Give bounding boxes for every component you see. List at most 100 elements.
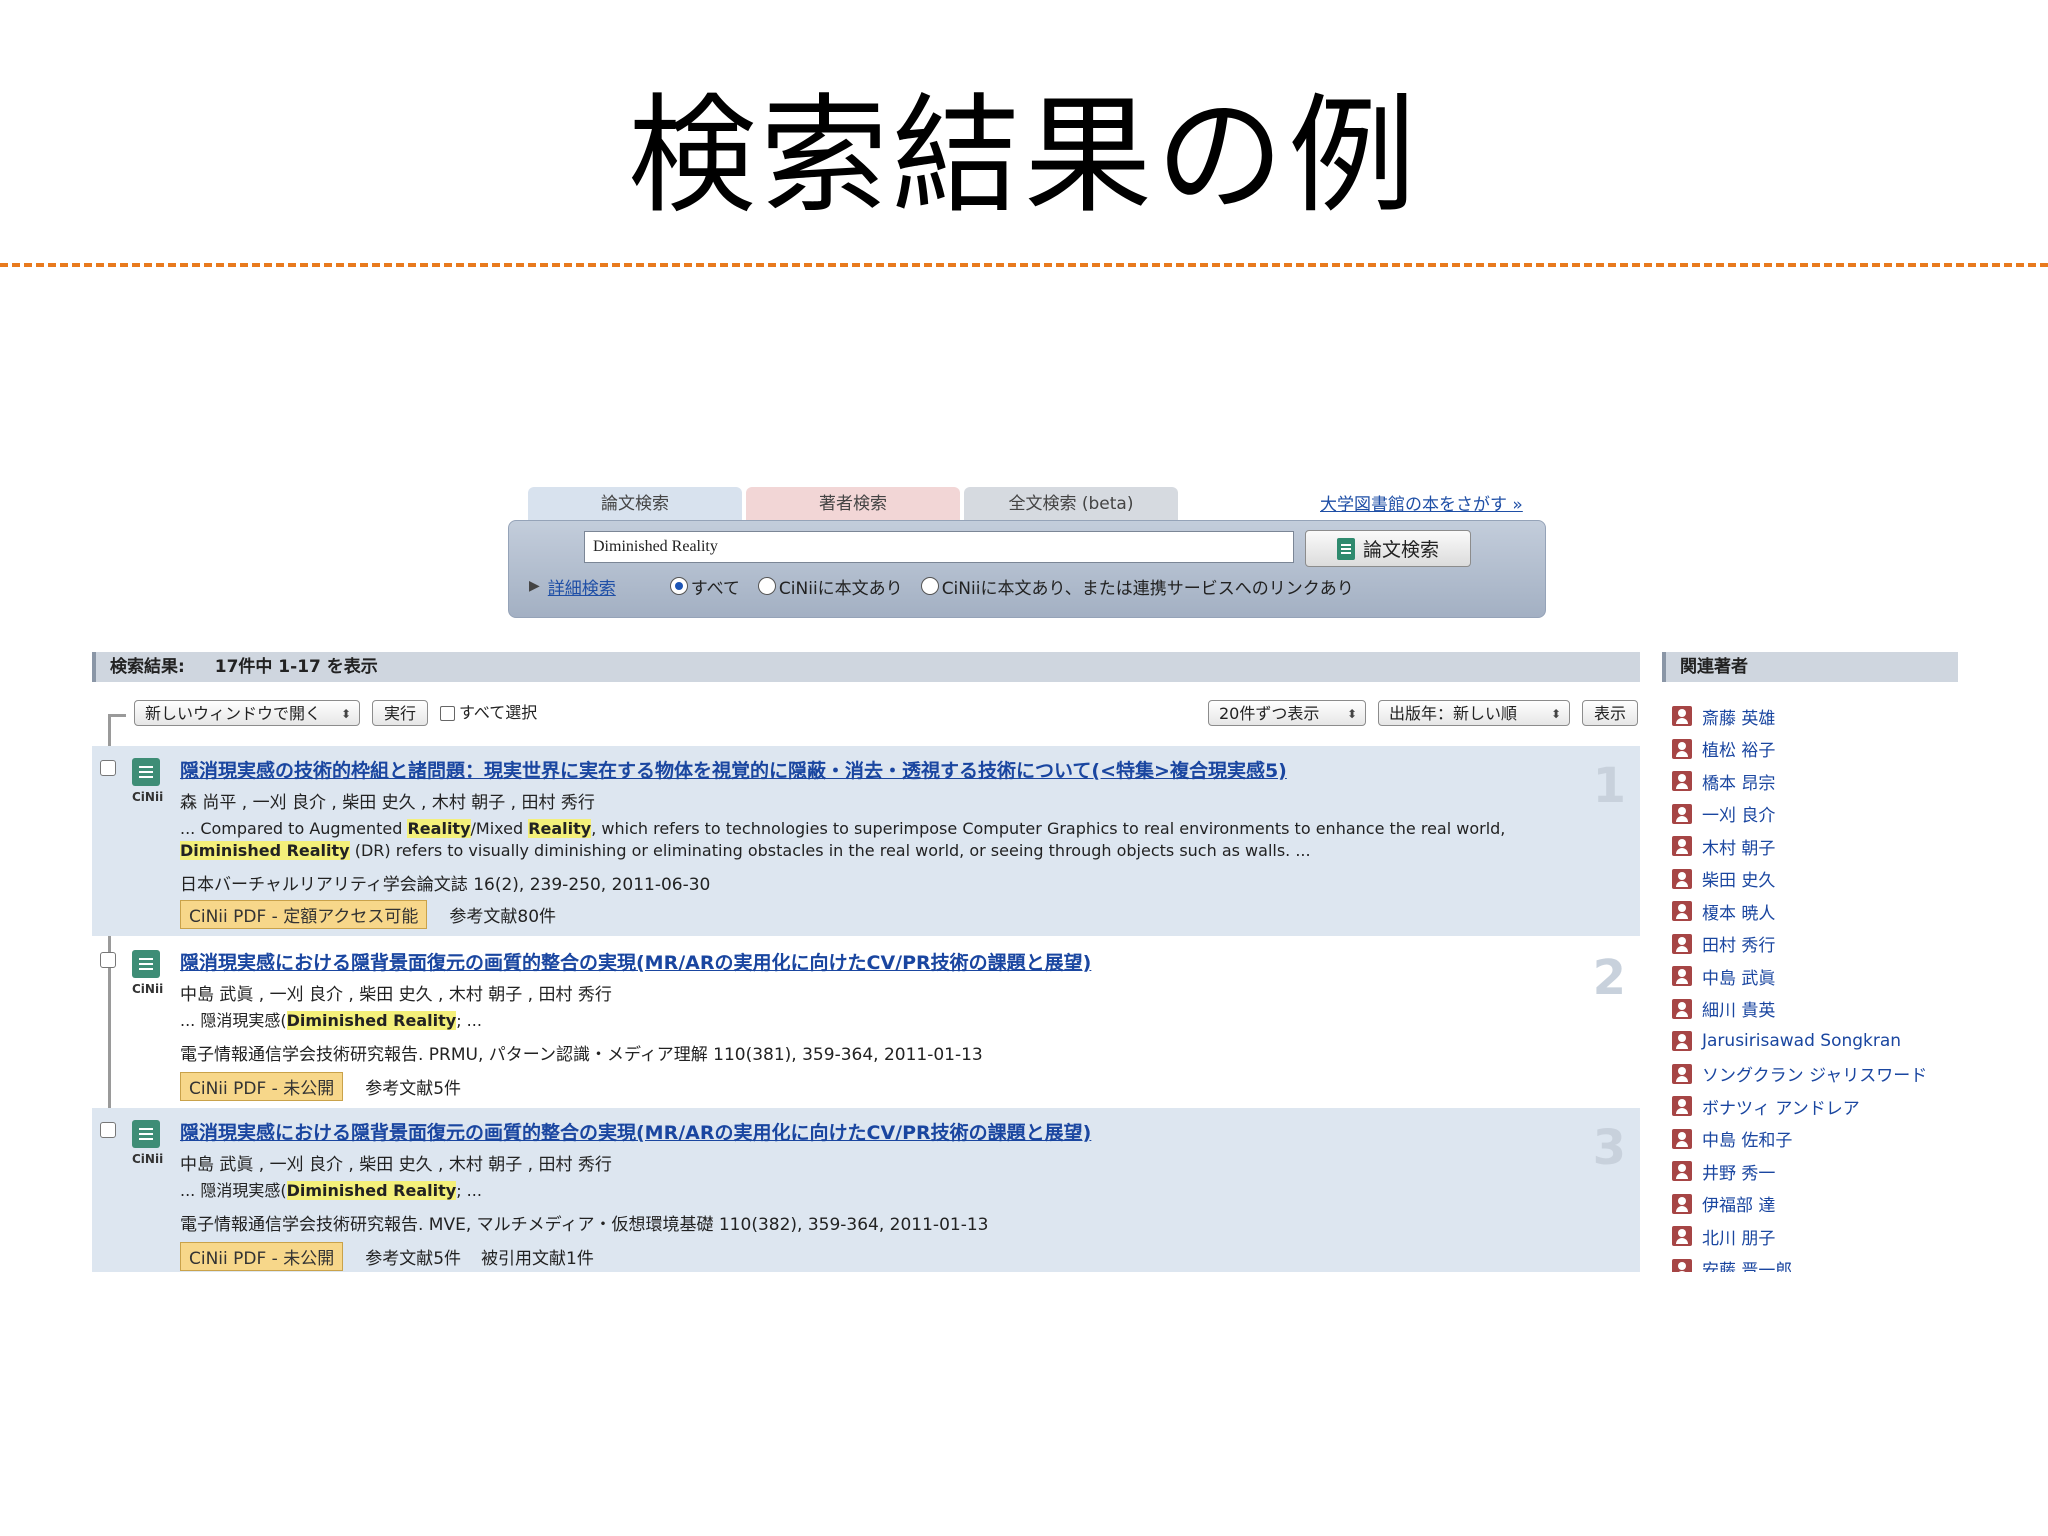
snippet-text: ... 隠消現実感( [180,1011,287,1030]
related-author-item[interactable]: 植松 裕子 [1672,733,1927,766]
checkbox[interactable] [440,706,455,721]
open-window-select-value: 新しいウィンドウで開く [145,704,322,723]
snippet-text: ... Compared to Augmented [180,819,408,838]
result-checkbox[interactable] [100,760,116,776]
related-author-name[interactable]: 植松 裕子 [1702,736,1775,761]
reference-count[interactable]: 参考文献5件 [365,1079,461,1099]
related-author-item[interactable]: 井野 秀一 [1672,1155,1927,1188]
document-icon [1336,537,1355,560]
person-icon [1672,933,1692,954]
result-title-link[interactable]: 隠消現実感における隠背景面復元の画質的整合の実現(MR/ARの実用化に向けたCV… [180,948,1091,975]
sort-select-value: 出版年：新しい順 [1389,704,1518,723]
result-item: CiNii 隠消現実感における隠背景面復元の画質的整合の実現(MR/ARの実用化… [92,1108,1640,1272]
pdf-badge[interactable]: CiNii PDF - 未公開 [180,1242,344,1271]
related-author-item[interactable]: 田村 秀行 [1672,928,1927,961]
related-author-item[interactable]: 一刈 良介 [1672,798,1927,831]
result-source: 電子情報通信学会技術研究報告. MVE, マルチメディア・仮想環境基礎 110(… [180,1215,989,1235]
related-author-name[interactable]: Jarusirisawad Songkran [1702,1031,1901,1051]
snippet-highlight: Diminished Reality [180,841,350,860]
display-button[interactable]: 表示 [1582,700,1638,726]
slide-title: 検索結果の例 [627,82,1420,231]
radio-all[interactable]: すべて [669,574,740,599]
reference-count[interactable]: 参考文献5件 [365,1249,461,1269]
related-author-name[interactable]: 井野 秀一 [1702,1159,1775,1184]
related-author-name[interactable]: 榎本 暁人 [1702,899,1775,924]
related-author-name[interactable]: 橋本 昂宗 [1702,769,1775,794]
result-checkbox[interactable] [100,1122,116,1138]
related-authors-header: 関連著者 [1662,652,1958,682]
person-icon [1672,1031,1692,1052]
tab-fulltext-search[interactable]: 全文検索 (beta) [964,487,1178,521]
related-author-item[interactable]: 細川 貴英 [1672,993,1927,1026]
document-icon [132,1120,160,1148]
related-author-item[interactable]: 中島 佐和子 [1672,1123,1927,1156]
related-author-name[interactable]: ソングクラン ジャリスワード [1702,1061,1927,1086]
person-icon [1672,901,1692,922]
person-icon [1672,1226,1692,1247]
library-search-link[interactable]: 大学図書館の本をさがす » [1320,490,1523,515]
advanced-search-link[interactable]: 詳細検索 [548,574,616,599]
radio-button[interactable] [757,577,776,595]
result-title-link[interactable]: 隠消現実感の技術的枠組と諸問題：現実世界に実在する物体を視覚的に隠蔽・消去・透視… [180,756,1287,783]
result-checkbox[interactable] [100,952,116,968]
related-author-item[interactable]: Jarusirisawad Songkran [1672,1025,1927,1058]
snippet-text: (DR) refers to visually diminishing or e… [349,841,1311,860]
result-snippet: ... 隠消現実感(Diminished Reality; ... [180,1180,1580,1202]
snippet-text: /Mixed [470,819,529,838]
reference-count[interactable]: 参考文献80件 [449,907,556,927]
radio-cinii-fulltext[interactable]: CiNiiに本文あり [757,574,903,599]
related-author-name[interactable]: 北川 朋子 [1702,1224,1775,1249]
related-author-item[interactable]: 柴田 史久 [1672,863,1927,896]
cinii-label: CiNii [132,1152,164,1166]
related-author-item[interactable]: 橋本 昂宗 [1672,765,1927,798]
select-all-checkbox[interactable]: すべて選択 [440,700,537,726]
related-author-name[interactable]: 一刈 良介 [1702,801,1775,826]
related-author-name[interactable]: 木村 朝子 [1702,834,1775,859]
related-author-item[interactable]: ソングクラン ジャリスワード [1672,1058,1927,1091]
cinii-label: CiNii [132,790,164,804]
search-options-row: ▶ 詳細検索 すべて CiNiiに本文あり CiNiiに本文あり、または連携サー… [529,573,1372,599]
result-meta: CiNii PDF - 定額アクセス可能 参考文献80件 [180,900,576,929]
cited-count[interactable]: 被引用文献1件 [481,1249,594,1269]
radio-button[interactable] [669,577,688,595]
person-icon [1672,803,1692,824]
related-author-item[interactable]: 斎藤 英雄 [1672,700,1927,733]
per-page-select[interactable]: 20件ずつ表示 ⬍ [1208,700,1366,726]
related-author-item[interactable]: 北川 朋子 [1672,1220,1927,1253]
result-snippet: ... Compared to Augmented Reality/Mixed … [180,818,1580,862]
related-author-item[interactable]: 榎本 暁人 [1672,895,1927,928]
snippet-text: ; ... [456,1011,482,1030]
related-author-name[interactable]: 中島 佐和子 [1702,1126,1792,1151]
tab-author-search[interactable]: 著者検索 [746,487,960,521]
tab-paper-search[interactable]: 論文検索 [528,487,742,521]
related-author-item[interactable]: ボナツィ アンドレア [1672,1090,1927,1123]
related-author-name[interactable]: 細川 貴英 [1702,996,1775,1021]
result-authors: 森 尚平 , 一刈 良介 , 柴田 史久 , 木村 朝子 , 田村 秀行 [180,793,595,813]
related-author-name[interactable]: 中島 武眞 [1702,964,1775,989]
related-author-name[interactable]: ボナツィ アンドレア [1702,1094,1860,1119]
related-author-name[interactable]: 伊福部 達 [1702,1191,1775,1216]
search-button-label: 論文検索 [1362,539,1439,561]
paper-search-button[interactable]: 論文検索 [1305,530,1471,567]
search-input[interactable] [584,531,1294,563]
pdf-badge[interactable]: CiNii PDF - 未公開 [180,1072,344,1101]
related-author-name[interactable]: 柴田 史久 [1702,866,1775,891]
radio-label: CiNiiに本文あり [778,578,903,599]
per-page-select-value: 20件ずつ表示 [1219,704,1320,723]
related-author-name[interactable]: 斎藤 英雄 [1702,704,1775,729]
pdf-badge[interactable]: CiNii PDF - 定額アクセス可能 [180,900,428,929]
related-author-item[interactable]: 伊福部 達 [1672,1188,1927,1221]
open-window-select[interactable]: 新しいウィンドウで開く ⬍ [134,700,360,726]
related-author-item[interactable]: 中島 武眞 [1672,960,1927,993]
related-author-item[interactable]: 木村 朝子 [1672,830,1927,863]
sort-select[interactable]: 出版年：新しい順 ⬍ [1378,700,1570,726]
results-header-label: 検索結果: [110,657,185,677]
related-author-name[interactable]: 田村 秀行 [1702,931,1775,956]
result-number: 1 [1592,758,1626,814]
radio-cinii-or-linked[interactable]: CiNiiに本文あり、または連携サービスへのリンクあり [920,574,1354,599]
run-button[interactable]: 実行 [372,700,428,726]
radio-button[interactable] [920,577,939,595]
select-arrows-icon: ⬍ [340,707,351,721]
person-icon [1672,1161,1692,1182]
result-title-link[interactable]: 隠消現実感における隠背景面復元の画質的整合の実現(MR/ARの実用化に向けたCV… [180,1118,1091,1145]
